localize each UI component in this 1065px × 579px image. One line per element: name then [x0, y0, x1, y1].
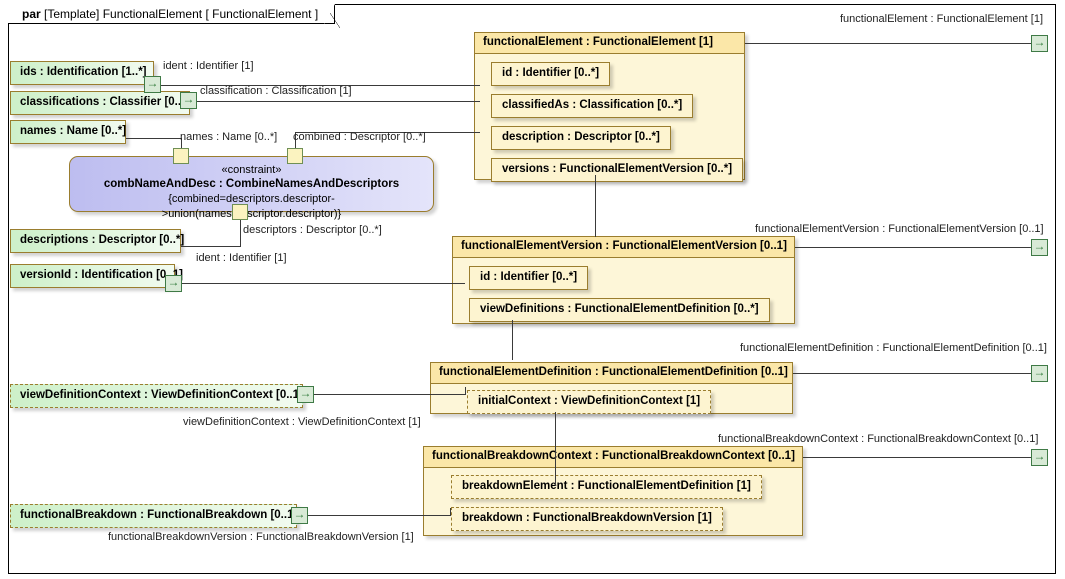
connector-fev-to-frameport	[795, 247, 1038, 248]
frame-keyword: par	[22, 6, 41, 21]
frame-title: [Template] FunctionalElement [ Functiona…	[44, 6, 319, 21]
connector-fed-to-frameport	[793, 373, 1038, 374]
connector-viewdefinitioncontext-v	[465, 387, 466, 395]
part-functionalbreakdown[interactable]: functionalBreakdown : FunctionalBreakdow…	[10, 504, 297, 528]
port-functionalbreakdown[interactable]	[291, 506, 308, 524]
frame-port-label-functional-breakdown-context: functionalBreakdownContext : FunctionalB…	[718, 433, 1039, 445]
block-functional-element-definition-header: functionalElementDefinition : Functional…	[431, 363, 792, 384]
property-description[interactable]: description : Descriptor [0..*]	[491, 126, 671, 150]
property-breakdown[interactable]: breakdown : FunctionalBreakdownVersion […	[451, 507, 723, 531]
connector-versions-to-version	[595, 175, 596, 237]
diagram-canvas: par [Template] FunctionalElement [ Funct…	[0, 0, 1065, 579]
connector-fbc-to-frameport	[803, 457, 1038, 458]
connector-classifications-to-classifiedas	[195, 101, 480, 102]
part-versionid[interactable]: versionId : Identification [0..1]	[10, 264, 183, 288]
constraint-port-descriptors[interactable]	[232, 204, 248, 220]
frame-port-label-functional-element: functionalElement : FunctionalElement [1…	[840, 13, 1044, 25]
edge-label-names: names : Name [0..*]	[180, 131, 278, 143]
edge-label-descriptors: descriptors : Descriptor [0..*]	[243, 224, 382, 236]
connector-functionalbreakdown	[302, 515, 450, 516]
connector-viewdefinitioncontext	[305, 394, 465, 395]
part-functionalbreakdown-label: functionalBreakdown : FunctionalBreakdow…	[20, 509, 298, 521]
part-names-label: names : Name [0..*]	[20, 125, 127, 137]
block-functional-breakdown-context[interactable]: functionalBreakdownContext : FunctionalB…	[423, 446, 803, 536]
part-viewdefinitioncontext[interactable]: viewDefinitionContext : ViewDefinitionCo…	[10, 384, 303, 408]
part-viewdefinitioncontext-label: viewDefinitionContext : ViewDefinitionCo…	[20, 389, 303, 401]
port-ids[interactable]	[144, 75, 161, 93]
constraint-expression: {combined=descriptors.descriptor->union(…	[161, 193, 342, 220]
edge-label-combined: combined : Descriptor [0..*]	[293, 131, 426, 143]
edge-label-classification: classification : Classification [1]	[200, 85, 352, 97]
frame-port-functional-breakdown-context[interactable]	[1031, 448, 1048, 466]
part-ids[interactable]: ids : Identification [1..*]	[10, 61, 154, 85]
port-viewdefinitioncontext[interactable]	[297, 385, 314, 403]
frame-port-label-functional-element-definition: functionalElementDefinition : Functional…	[740, 342, 1047, 354]
constraint-port-combined[interactable]	[287, 148, 303, 164]
part-ids-label: ids : Identification [1..*]	[20, 66, 147, 78]
block-functional-element[interactable]: functionalElement : FunctionalElement [1…	[474, 32, 745, 182]
property-versions[interactable]: versions : FunctionalElementVersion [0..…	[491, 158, 744, 182]
part-classifications-label: classifications : Classifier [0..*]	[20, 96, 190, 108]
part-descriptions[interactable]: descriptions : Descriptor [0..*]	[10, 229, 185, 253]
constraint-port-names[interactable]	[173, 148, 189, 164]
frame-port-functional-element-definition[interactable]	[1031, 364, 1048, 382]
frame-tab-corner	[324, 3, 340, 28]
diagram-frame-header: par [Template] FunctionalElement [ Funct…	[8, 3, 340, 28]
block-functional-element-version[interactable]: functionalElementVersion : FunctionalEle…	[452, 236, 795, 324]
port-versionid[interactable]	[165, 274, 182, 292]
constraint-stereotype: «constraint»	[221, 164, 282, 176]
block-functional-element-header: functionalElement : FunctionalElement [1…	[475, 33, 744, 54]
property-initialcontext[interactable]: initialContext : ViewDefinitionContext […	[467, 390, 712, 414]
connector-descriptors-h	[181, 246, 241, 247]
frame-port-label-functional-element-version: functionalElementVersion : FunctionalEle…	[755, 223, 1044, 235]
part-versionid-label: versionId : Identification [0..1]	[20, 269, 183, 281]
connector-viewdefinitions-to-definition	[512, 320, 513, 360]
connector-names-h	[126, 138, 181, 139]
edge-label-functionalbreakdownversion: functionalBreakdownVersion : FunctionalB…	[108, 531, 414, 543]
frame-port-functional-element-version[interactable]	[1031, 238, 1048, 256]
edge-label-viewdefinitioncontext: viewDefinitionContext : ViewDefinitionCo…	[183, 416, 421, 428]
edge-label-ident-2: ident : Identifier [1]	[196, 252, 287, 264]
block-functional-element-definition[interactable]: functionalElementDefinition : Functional…	[430, 362, 793, 414]
property-breakdownelement[interactable]: breakdownElement : FunctionalElementDefi…	[451, 475, 762, 499]
property-id[interactable]: id : Identifier [0..*]	[491, 62, 611, 86]
constraint-name: combNameAndDesc : CombineNamesAndDescrip…	[103, 178, 400, 190]
property-viewdefinitions[interactable]: viewDefinitions : FunctionalElementDefin…	[469, 298, 770, 322]
connector-fe-to-frameport	[745, 43, 1038, 44]
part-classifications[interactable]: classifications : Classifier [0..*]	[10, 91, 190, 115]
property-version-id[interactable]: id : Identifier [0..*]	[469, 266, 589, 290]
port-classifications[interactable]	[180, 91, 197, 109]
property-classifiedas[interactable]: classifiedAs : Classification [0..*]	[491, 94, 694, 118]
frame-port-functional-element[interactable]	[1031, 34, 1048, 52]
connector-definition-to-breakdownelement	[555, 412, 556, 486]
part-descriptions-label: descriptions : Descriptor [0..*]	[20, 234, 185, 246]
edge-label-ident-1: ident : Identifier [1]	[163, 60, 254, 72]
connector-versionid-to-id	[175, 283, 465, 284]
block-functional-breakdown-context-header: functionalBreakdownContext : FunctionalB…	[424, 447, 802, 468]
connector-functionalbreakdown-v	[450, 508, 451, 516]
part-names[interactable]: names : Name [0..*]	[10, 120, 126, 144]
constraint-block[interactable]: «constraint» combNameAndDesc : CombineNa…	[69, 156, 434, 220]
block-functional-element-version-header: functionalElementVersion : FunctionalEle…	[453, 237, 794, 258]
